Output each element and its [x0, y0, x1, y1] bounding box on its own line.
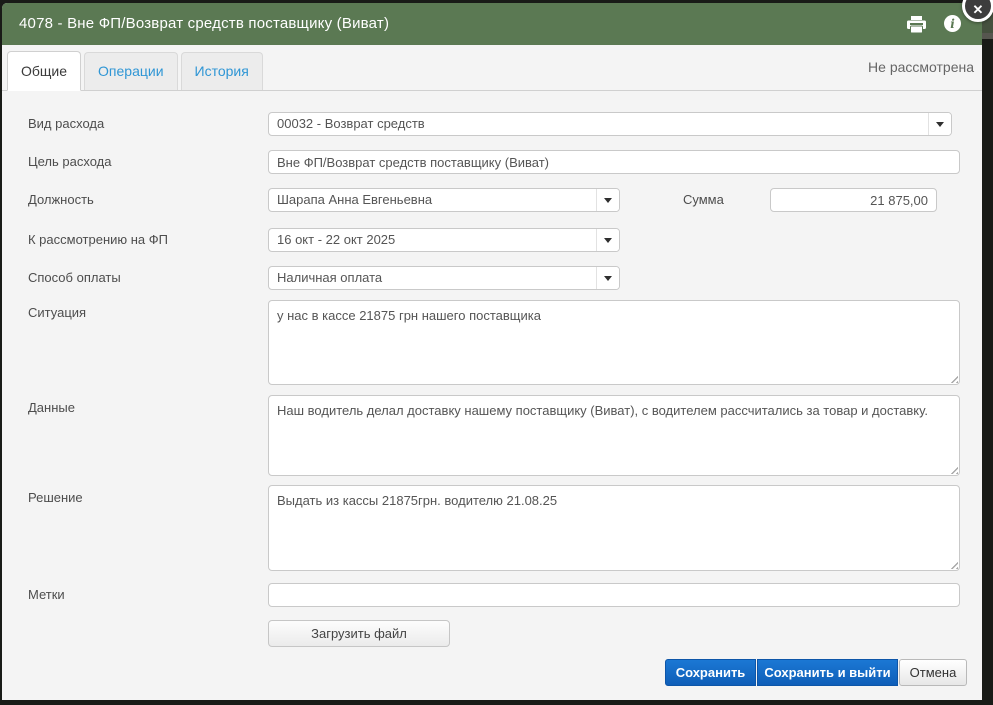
save-and-exit-button[interactable]: Сохранить и выйти — [757, 659, 898, 686]
tab-operations[interactable]: Операции — [84, 52, 178, 90]
data-textarea[interactable]: Наш водитель делал доставку нашему поста… — [268, 395, 960, 476]
expense-type-value: 00032 - Возврат средств — [269, 113, 928, 135]
situation-textarea[interactable]: у нас в кассе 21875 грн нашего поставщик… — [268, 300, 960, 385]
data-field: Наш водитель делал доставку нашему поста… — [268, 395, 960, 476]
fp-review-label: К рассмотрению на ФП — [28, 228, 168, 252]
decision-textarea[interactable]: Выдать из кассы 21875грн. водителю 21.08… — [268, 485, 960, 571]
amount-input[interactable] — [770, 188, 937, 212]
payment-method-label: Способ оплаты — [28, 266, 121, 290]
situation-field: у нас в кассе 21875 грн нашего поставщик… — [268, 300, 960, 385]
cancel-button[interactable]: Отмена — [899, 659, 967, 686]
tab-general[interactable]: Общие — [7, 51, 81, 91]
payment-method-select[interactable]: Наличная оплата — [268, 266, 620, 290]
info-glyph: i — [950, 18, 955, 30]
dialog-header: 4078 - Вне ФП/Возврат средств поставщику… — [2, 3, 982, 45]
info-icon[interactable]: i — [944, 15, 961, 32]
expense-purpose-label: Цель расхода — [28, 150, 111, 174]
close-x-glyph: ✕ — [973, 3, 984, 16]
decision-field: Выдать из кассы 21875грн. водителю 21.08… — [268, 485, 960, 571]
save-button[interactable]: Сохранить — [665, 659, 756, 686]
triangle-down-glyph — [604, 198, 612, 203]
tags-label: Метки — [28, 583, 65, 607]
dialog-title: 4078 - Вне ФП/Возврат средств поставщику… — [19, 3, 389, 45]
expense-type-label: Вид расхода — [28, 112, 104, 136]
fp-review-select[interactable]: 16 окт - 22 окт 2025 — [268, 228, 620, 252]
position-label: Должность — [28, 188, 94, 212]
tab-history[interactable]: История — [181, 52, 263, 90]
position-select[interactable]: Шарапа Анна Евгеньевна — [268, 188, 620, 212]
dropdown-arrow-icon[interactable] — [596, 189, 619, 211]
expense-purpose-input[interactable] — [268, 150, 960, 174]
payment-method-value: Наличная оплата — [269, 267, 596, 289]
tabs-bar: Общие Операции История Не рассмотрена — [2, 45, 982, 91]
dropdown-arrow-icon[interactable] — [596, 229, 619, 251]
status-badge: Не рассмотрена — [868, 45, 974, 90]
dropdown-arrow-icon[interactable] — [596, 267, 619, 289]
page-background: 4078 - Вне ФП/Возврат средств поставщику… — [0, 0, 993, 705]
triangle-down-glyph — [604, 276, 612, 281]
page-overlay-right-light — [981, 33, 993, 39]
triangle-down-glyph — [936, 122, 944, 127]
data-label: Данные — [28, 400, 75, 415]
upload-file-button[interactable]: Загрузить файл — [268, 620, 450, 647]
position-value: Шарапа Анна Евгеньевна — [269, 189, 596, 211]
decision-label: Решение — [28, 490, 83, 505]
printer-icon[interactable] — [907, 16, 926, 33]
expense-type-select[interactable]: 00032 - Возврат средств — [268, 112, 952, 136]
amount-label: Сумма — [683, 188, 724, 212]
dropdown-arrow-icon[interactable] — [928, 113, 951, 135]
expense-request-dialog: 4078 - Вне ФП/Возврат средств поставщику… — [2, 3, 982, 700]
tags-input[interactable] — [268, 583, 960, 607]
fp-review-value: 16 окт - 22 окт 2025 — [269, 229, 596, 251]
situation-label: Ситуация — [28, 305, 86, 320]
triangle-down-glyph — [604, 238, 612, 243]
